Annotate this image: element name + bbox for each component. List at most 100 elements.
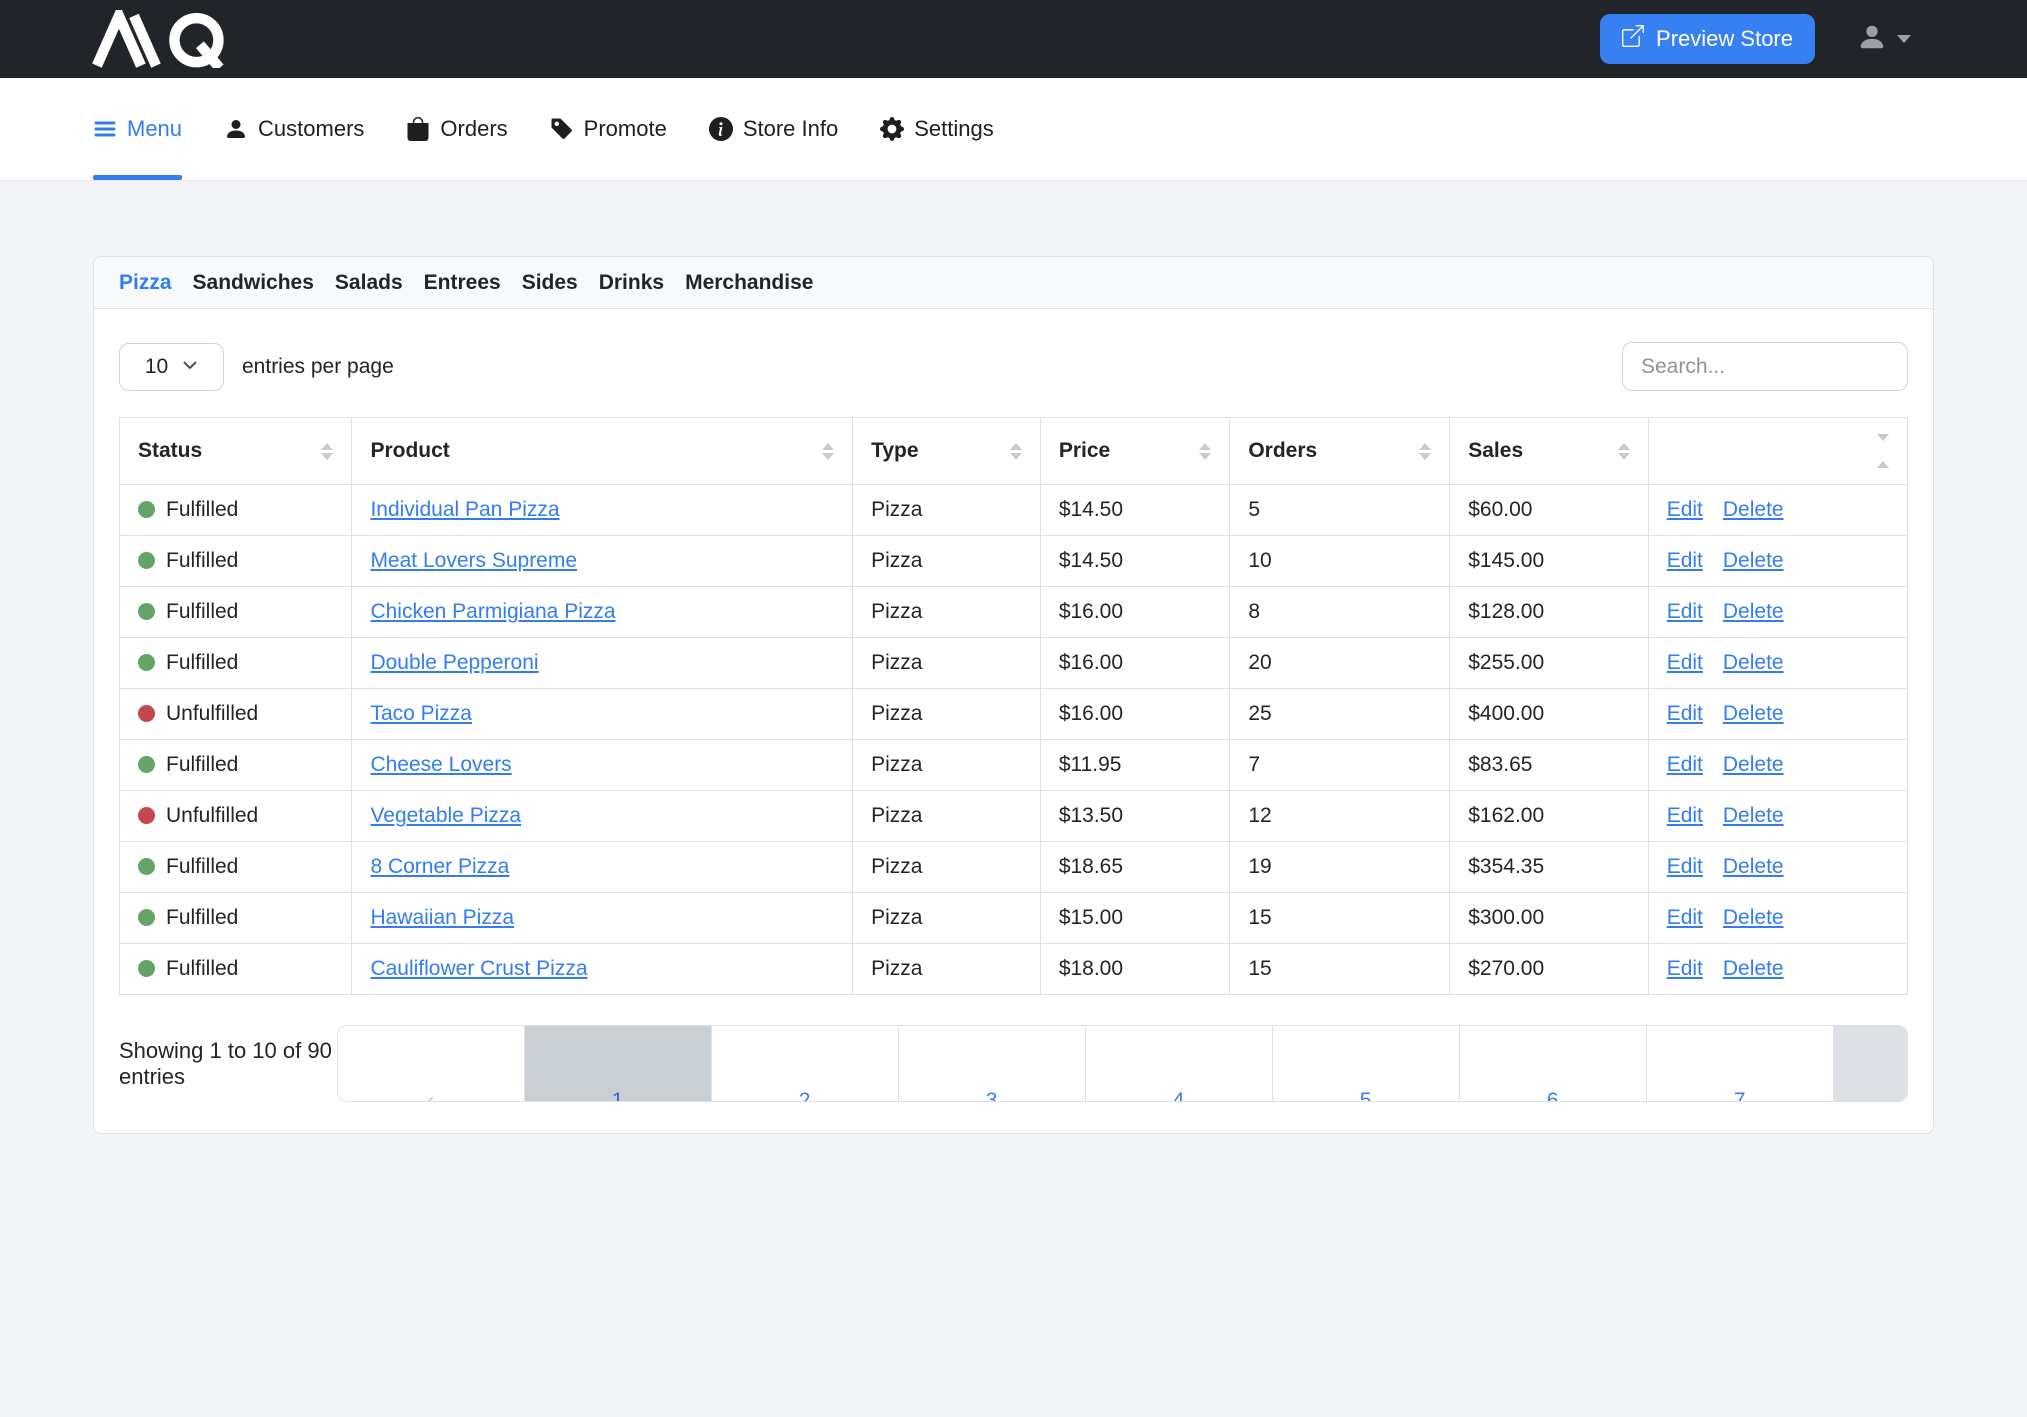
tab-pizza[interactable]: Pizza <box>119 271 172 295</box>
cell-type: Pizza <box>853 791 1041 842</box>
cell-orders: 15 <box>1230 944 1450 995</box>
table-row: Fulfilled Cheese Lovers Pizza $11.95 7 $… <box>120 740 1908 791</box>
product-link[interactable]: 8 Corner Pizza <box>370 855 509 878</box>
delete-link[interactable]: Delete <box>1723 906 1784 929</box>
product-link[interactable]: Double Pepperoni <box>370 651 538 674</box>
delete-link[interactable]: Delete <box>1723 753 1784 776</box>
product-link[interactable]: Taco Pizza <box>370 702 472 725</box>
product-link[interactable]: Cauliflower Crust Pizza <box>370 957 587 980</box>
edit-link[interactable]: Edit <box>1667 498 1703 521</box>
edit-link[interactable]: Edit <box>1667 753 1703 776</box>
edit-link[interactable]: Edit <box>1667 804 1703 827</box>
edit-link[interactable]: Edit <box>1667 702 1703 725</box>
tab-sandwiches[interactable]: Sandwiches <box>193 271 314 295</box>
delete-link[interactable]: Delete <box>1723 702 1784 725</box>
nav-item-settings[interactable]: Settings <box>880 78 994 180</box>
product-link[interactable]: Individual Pan Pizza <box>370 498 559 521</box>
status-dot <box>138 756 155 773</box>
cell-product: Hawaiian Pizza <box>352 893 853 944</box>
cell-actions: Edit Delete <box>1648 944 1907 995</box>
tab-merchandise[interactable]: Merchandise <box>685 271 813 295</box>
cell-status: Unfulfilled <box>120 791 352 842</box>
cell-type: Pizza <box>853 944 1041 995</box>
nav-item-orders[interactable]: Orders <box>406 78 507 180</box>
user-avatar-icon <box>1857 22 1887 57</box>
nav-item-promote[interactable]: Promote <box>550 78 667 180</box>
tab-drinks[interactable]: Drinks <box>599 271 664 295</box>
cell-product: Meat Lovers Supreme <box>352 536 853 587</box>
menu-card: Pizza Sandwiches Salads Entrees Sides Dr… <box>93 256 1934 1134</box>
product-link[interactable]: Hawaiian Pizza <box>370 906 514 929</box>
column-header-price[interactable]: Price <box>1040 418 1230 485</box>
delete-link[interactable]: Delete <box>1723 549 1784 572</box>
pagination-page-5[interactable]: 5 <box>1272 1026 1459 1101</box>
preview-store-button[interactable]: Preview Store <box>1600 14 1815 64</box>
pagination-page-8[interactable]: 8 <box>1833 1026 1908 1101</box>
tab-salads[interactable]: Salads <box>335 271 403 295</box>
cell-product: 8 Corner Pizza <box>352 842 853 893</box>
product-link[interactable]: Vegetable Pizza <box>370 804 521 827</box>
delete-link[interactable]: Delete <box>1723 498 1784 521</box>
nav-item-customers[interactable]: Customers <box>224 78 364 180</box>
product-link[interactable]: Meat Lovers Supreme <box>370 549 577 572</box>
column-header-actions[interactable] <box>1648 418 1907 485</box>
person-icon <box>224 117 248 141</box>
tab-entrees[interactable]: Entrees <box>424 271 501 295</box>
nav-item-store-info[interactable]: Store Info <box>709 78 838 180</box>
pagination-page-7[interactable]: 7 <box>1646 1026 1833 1101</box>
product-link[interactable]: Cheese Lovers <box>370 753 511 776</box>
status-dot <box>138 705 155 722</box>
edit-link[interactable]: Edit <box>1667 651 1703 674</box>
pagination-page-3[interactable]: 3 <box>898 1026 1085 1101</box>
cell-status: Fulfilled <box>120 536 352 587</box>
status-dot <box>138 858 155 875</box>
status-label: Fulfilled <box>166 498 238 521</box>
column-header-product[interactable]: Product <box>352 418 853 485</box>
entries-per-page-select[interactable]: 10 <box>119 343 224 391</box>
cell-product: Individual Pan Pizza <box>352 485 853 536</box>
delete-link[interactable]: Delete <box>1723 957 1784 980</box>
edit-link[interactable]: Edit <box>1667 957 1703 980</box>
brand-logo[interactable] <box>90 10 252 68</box>
delete-link[interactable]: Delete <box>1723 855 1784 878</box>
nav-item-menu[interactable]: Menu <box>93 78 182 180</box>
cell-sales: $354.35 <box>1450 842 1648 893</box>
status-dot <box>138 807 155 824</box>
tab-sides[interactable]: Sides <box>522 271 578 295</box>
cell-status: Fulfilled <box>120 842 352 893</box>
shopping-bag-icon <box>406 117 430 141</box>
user-menu[interactable] <box>1857 22 1911 57</box>
pagination-page-4[interactable]: 4 <box>1085 1026 1272 1101</box>
status-label: Unfulfilled <box>166 702 258 725</box>
edit-link[interactable]: Edit <box>1667 600 1703 623</box>
brand-logo-icon <box>90 10 252 68</box>
info-icon <box>709 117 733 141</box>
status-label: Fulfilled <box>166 753 238 776</box>
pagination-page-6[interactable]: 6 <box>1459 1026 1646 1101</box>
entries-summary: Showing 1 to 10 of 90 entries <box>119 1038 337 1090</box>
pagination-prev[interactable]: ‹ <box>338 1026 524 1101</box>
pagination-page-1[interactable]: 1 <box>524 1026 711 1101</box>
delete-link[interactable]: Delete <box>1723 600 1784 623</box>
cell-orders: 15 <box>1230 893 1450 944</box>
delete-link[interactable]: Delete <box>1723 651 1784 674</box>
edit-link[interactable]: Edit <box>1667 906 1703 929</box>
hamburger-icon <box>93 117 117 141</box>
product-link[interactable]: Chicken Parmigiana Pizza <box>370 600 615 623</box>
search-input[interactable] <box>1622 342 1908 391</box>
column-header-sales[interactable]: Sales <box>1450 418 1648 485</box>
edit-link[interactable]: Edit <box>1667 549 1703 572</box>
status-dot <box>138 654 155 671</box>
column-header-type[interactable]: Type <box>853 418 1041 485</box>
delete-link[interactable]: Delete <box>1723 804 1784 827</box>
column-header-status[interactable]: Status <box>120 418 352 485</box>
cell-product: Double Pepperoni <box>352 638 853 689</box>
cell-type: Pizza <box>853 587 1041 638</box>
pagination-page-2[interactable]: 2 <box>711 1026 898 1101</box>
cell-type: Pizza <box>853 893 1041 944</box>
column-header-orders[interactable]: Orders <box>1230 418 1450 485</box>
cell-status: Fulfilled <box>120 485 352 536</box>
status-dot <box>138 603 155 620</box>
products-table: Status Product Type Price <box>119 417 1908 995</box>
edit-link[interactable]: Edit <box>1667 855 1703 878</box>
